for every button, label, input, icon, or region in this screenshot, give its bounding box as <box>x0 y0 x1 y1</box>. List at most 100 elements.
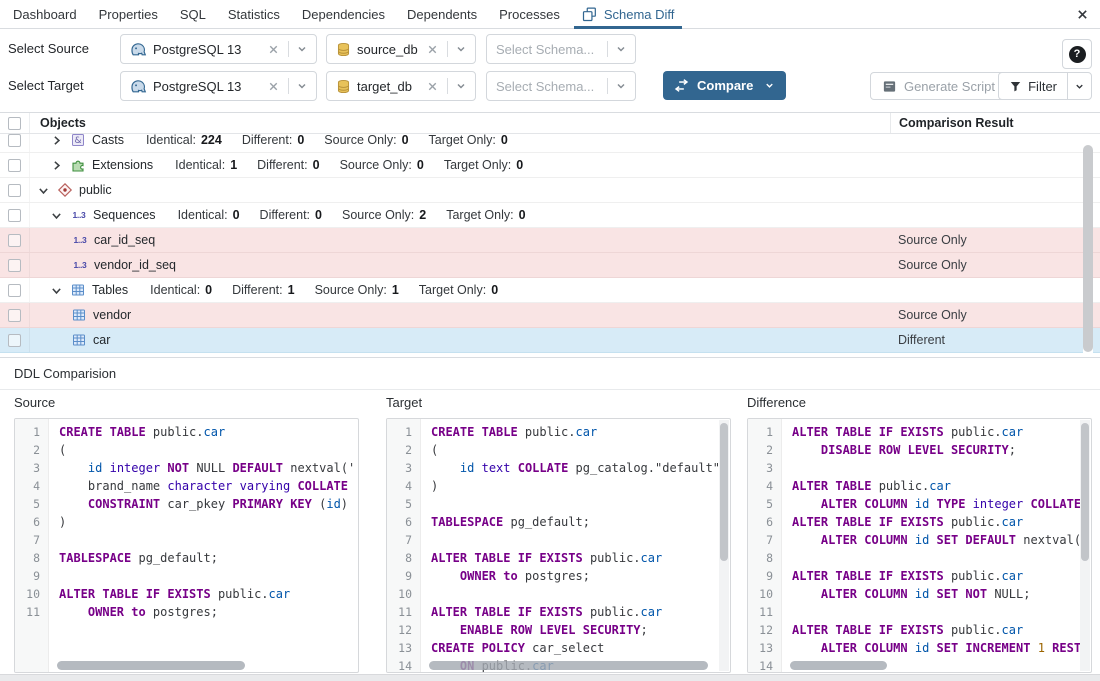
tab-statistics[interactable]: Statistics <box>217 0 291 28</box>
grid-row-vendor[interactable]: vendorSource Only <box>0 303 1100 328</box>
code-line: ALTER TABLE IF EXISTS public.car <box>792 621 1091 639</box>
filter-button-main[interactable]: Filter <box>999 73 1067 99</box>
row-checkbox[interactable] <box>8 284 21 297</box>
select-source-label: Select Source <box>8 34 89 64</box>
filter-dropdown-toggle[interactable] <box>1067 73 1091 99</box>
select-all-checkbox[interactable] <box>8 117 21 130</box>
scrollbar-thumb[interactable] <box>429 661 708 670</box>
chevron-down-icon[interactable] <box>615 43 627 55</box>
postgresql-icon <box>130 78 147 95</box>
pane-horizontal-scrollbar[interactable] <box>423 661 717 670</box>
chevron-down-icon[interactable] <box>764 80 775 91</box>
grid-row-vendor-id-seq[interactable]: 1..3vendor_id_seqSource Only <box>0 253 1100 278</box>
chevron-down-icon[interactable] <box>49 208 64 223</box>
help-button[interactable]: ? <box>1062 39 1092 69</box>
pane-vertical-scrollbar[interactable] <box>719 420 729 671</box>
target-server-select[interactable]: PostgreSQL 13 <box>120 71 317 101</box>
chevron-down-icon[interactable] <box>296 43 308 55</box>
code-area[interactable]: CREATE TABLE public.car( id integer NOT … <box>49 419 358 672</box>
grid-header: Objects Comparison Result <box>0 113 1100 134</box>
grid-row-extensions[interactable]: ExtensionsIdentical:1Different:0Source O… <box>0 153 1100 178</box>
line-number: 8 <box>387 549 420 567</box>
count-label: Target Only: <box>419 283 486 297</box>
scrollbar-thumb[interactable] <box>720 423 728 561</box>
line-number: 6 <box>387 513 420 531</box>
chevron-down-icon[interactable] <box>296 80 308 92</box>
grid-vertical-scrollbar[interactable] <box>1083 135 1093 355</box>
scrollbar-thumb[interactable] <box>790 661 887 670</box>
row-checkbox[interactable] <box>8 234 21 247</box>
row-checkbox[interactable] <box>8 134 21 147</box>
clear-icon[interactable] <box>426 80 439 93</box>
chevron-down-icon[interactable] <box>455 43 467 55</box>
code-line: ALTER TABLE IF EXISTS public.car <box>431 603 730 621</box>
close-icon[interactable] <box>1075 7 1090 22</box>
pane-vertical-scrollbar[interactable] <box>1080 420 1090 671</box>
target-schema-select[interactable]: Select Schema... <box>486 71 636 101</box>
clear-icon[interactable] <box>426 43 439 56</box>
row-checkbox[interactable] <box>8 159 21 172</box>
row-checkbox[interactable] <box>8 209 21 222</box>
schema-icon <box>56 182 73 199</box>
count-different: Different:0 <box>260 208 322 222</box>
chevron-down-icon[interactable] <box>36 183 51 198</box>
scrollbar-thumb[interactable] <box>1083 145 1093 352</box>
tab-dashboard[interactable]: Dashboard <box>2 0 88 28</box>
count-label: Different: <box>257 158 308 172</box>
chevron-down-icon[interactable] <box>49 283 64 298</box>
chevron-down-icon[interactable] <box>615 80 627 92</box>
casts-icon: & <box>69 134 86 149</box>
line-number: 10 <box>387 585 420 603</box>
count-label: Different: <box>260 208 311 222</box>
tab-dependencies[interactable]: Dependencies <box>291 0 396 28</box>
grid-row-sequences[interactable]: 1..3SequencesIdentical:0Different:0Sourc… <box>0 203 1100 228</box>
target-selector-row: Select Target PostgreSQL 13 target_db <box>0 71 1100 101</box>
tab-processes[interactable]: Processes <box>488 0 571 28</box>
compare-button[interactable]: Compare <box>663 71 786 100</box>
count-label: Identical: <box>146 134 196 147</box>
chevron-right-icon[interactable] <box>49 134 64 148</box>
grid-row-car-id-seq[interactable]: 1..3car_id_seqSource Only <box>0 228 1100 253</box>
comparison-result-value: Different <box>890 328 1090 352</box>
extensions-icon <box>69 157 86 174</box>
code-line: ALTER TABLE IF EXISTS public.car <box>792 567 1091 585</box>
line-number: 9 <box>387 567 420 585</box>
clear-icon[interactable] <box>267 80 280 93</box>
count-identical: Identical:1 <box>175 158 237 172</box>
pane-horizontal-scrollbar[interactable] <box>51 661 345 670</box>
source-database-select[interactable]: source_db <box>326 34 476 64</box>
scrollbar-thumb[interactable] <box>1081 423 1089 561</box>
source-schema-select[interactable]: Select Schema... <box>486 34 636 64</box>
grid-row-casts[interactable]: &CastsIdentical:224Different:0Source Onl… <box>0 134 1100 153</box>
line-number: 12 <box>748 621 781 639</box>
filter-button[interactable]: Filter <box>998 72 1092 100</box>
tab-sql[interactable]: SQL <box>169 0 217 28</box>
count-label: Identical: <box>150 283 200 297</box>
line-number: 7 <box>748 531 781 549</box>
grid-row-car[interactable]: carDifferent <box>0 328 1100 353</box>
row-checkbox[interactable] <box>8 334 21 347</box>
tab-label: Dependents <box>407 7 477 22</box>
target-database-select[interactable]: target_db <box>326 71 476 101</box>
row-checkbox[interactable] <box>8 309 21 322</box>
grid-row-tables[interactable]: TablesIdentical:0Different:1Source Only:… <box>0 278 1100 303</box>
code-area[interactable]: CREATE TABLE public.car( id text COLLATE… <box>421 419 730 672</box>
chevron-down-icon[interactable] <box>455 80 467 92</box>
tab-properties[interactable]: Properties <box>88 0 169 28</box>
table-icon <box>70 307 87 324</box>
code-area[interactable]: ALTER TABLE IF EXISTS public.car DISABLE… <box>782 419 1091 672</box>
row-checkbox-cell <box>0 178 30 202</box>
generate-script-button[interactable]: Generate Script <box>870 72 1007 100</box>
chevron-right-icon[interactable] <box>49 158 64 173</box>
clear-icon[interactable] <box>267 43 280 56</box>
source-server-select[interactable]: PostgreSQL 13 <box>120 34 317 64</box>
pane-horizontal-scrollbar[interactable] <box>784 661 1078 670</box>
line-number-gutter: 1234567891011121314 <box>748 419 782 672</box>
row-checkbox[interactable] <box>8 184 21 197</box>
object-label: vendor <box>93 308 131 322</box>
scrollbar-thumb[interactable] <box>57 661 245 670</box>
row-checkbox[interactable] <box>8 259 21 272</box>
grid-row-public[interactable]: public <box>0 178 1100 203</box>
tab-schema-diff[interactable]: Schema Diff <box>571 0 686 28</box>
tab-dependents[interactable]: Dependents <box>396 0 488 28</box>
